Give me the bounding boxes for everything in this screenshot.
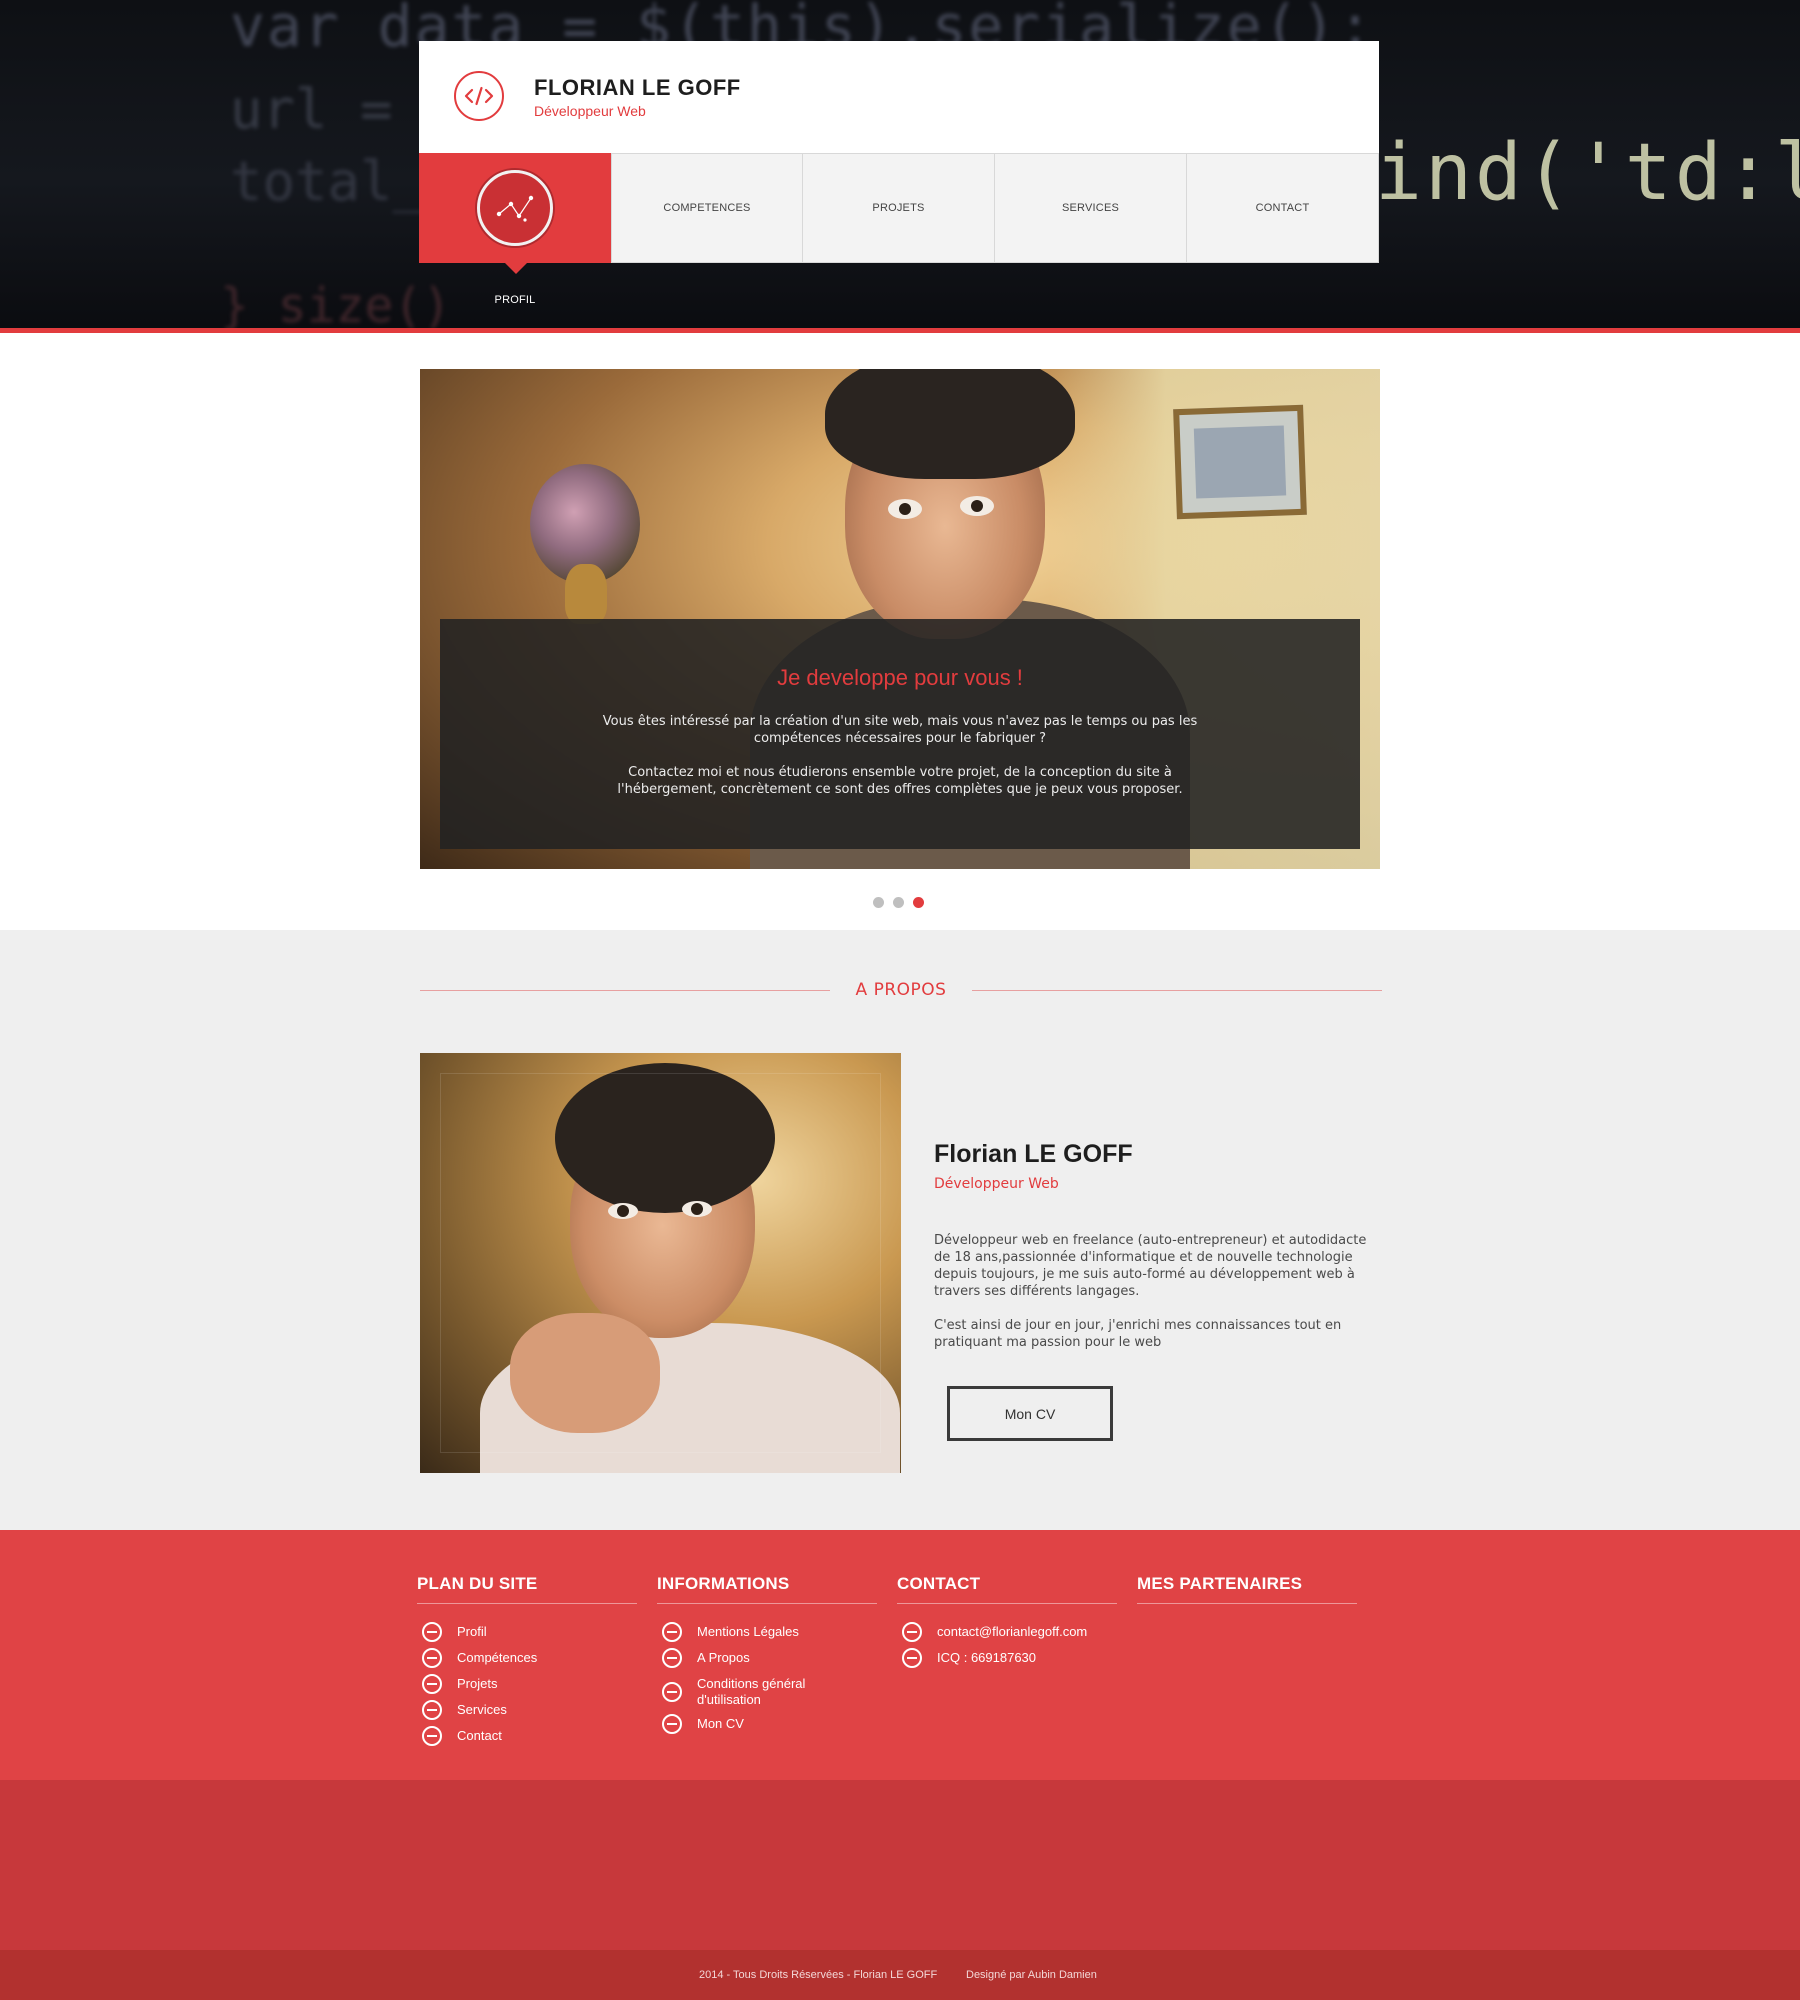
bio-paragraph: C'est ainsi de jour en jour, j'enrichi m…: [934, 1318, 1342, 1350]
nav-active-pointer: [505, 263, 527, 274]
nav-item-profil-label[interactable]: PROFIL: [419, 294, 611, 306]
slide-caption: Je developpe pour vous ! Vous êtes intér…: [440, 619, 1360, 849]
minus-circle-icon: [662, 1622, 682, 1642]
footer-heading: MES PARTENAIRES: [1137, 1574, 1357, 1604]
site-subtitle: Développeur Web: [534, 103, 646, 119]
footer-partners: MES PARTENAIRES: [1137, 1574, 1357, 1604]
footer-heading: INFORMATIONS: [657, 1574, 877, 1604]
footer-link[interactable]: Mentions Légales: [657, 1622, 877, 1642]
footer-link[interactable]: Profil: [417, 1622, 637, 1642]
footer-link[interactable]: A Propos: [657, 1648, 877, 1668]
slide-photo-person-hair: [825, 369, 1075, 479]
slide-paragraph: Vous êtes intéressé par la création d'un…: [602, 714, 1198, 746]
slide-photo-vase: [565, 564, 607, 624]
background-code-line-highlight: ind('td:las: [1375, 128, 1800, 218]
about-title: A PROPOS: [855, 980, 947, 1000]
slider-dot[interactable]: [873, 897, 884, 908]
footer-link[interactable]: Services: [417, 1700, 637, 1720]
minus-circle-icon: [422, 1648, 442, 1668]
nav-item-contact[interactable]: CONTACT: [1187, 153, 1379, 263]
cv-button[interactable]: Mon CV: [947, 1386, 1113, 1441]
slider-dot-active[interactable]: [913, 897, 924, 908]
header-divider: [0, 328, 1800, 333]
background-code-line: }_size(): [220, 278, 452, 328]
footer-informations: INFORMATIONS Mentions Légales A Propos C…: [657, 1574, 877, 1742]
code-icon[interactable]: [454, 71, 504, 121]
slider-pagination: [873, 897, 924, 908]
nav-item-services[interactable]: SERVICES: [995, 153, 1187, 263]
heading-rule: [972, 990, 1382, 991]
copyright-text: 2014 - Tous Droits Réservées - Florian L…: [699, 1969, 938, 1981]
minus-circle-icon: [902, 1622, 922, 1642]
photo-inner-frame: [440, 1073, 881, 1453]
slider-dot[interactable]: [893, 897, 904, 908]
footer-link[interactable]: Mon CV: [657, 1714, 877, 1734]
footer-link[interactable]: Compétences: [417, 1648, 637, 1668]
site-title: FLORIAN LE GOFF: [534, 75, 741, 100]
footer-link[interactable]: Contact: [417, 1726, 637, 1746]
slide-photo-eye: [888, 499, 922, 519]
about-section: A PROPOS Florian LE GOFF Développeur Web…: [0, 930, 1800, 1530]
slide-photo-eye: [960, 496, 994, 516]
minus-circle-icon: [422, 1726, 442, 1746]
minus-circle-icon: [662, 1682, 682, 1702]
main-nav: COMPETENCES PROJETS SERVICES CONTACT: [419, 153, 1379, 274]
minus-circle-icon: [902, 1648, 922, 1668]
brand-box[interactable]: FLORIAN LE GOFF Développeur Web: [419, 41, 1379, 153]
heading-rule: [420, 990, 830, 991]
profile-bio: Développeur web en freelance (auto-entre…: [934, 1232, 1374, 1351]
about-heading: A PROPOS: [420, 980, 1382, 1000]
footer-heading: CONTACT: [897, 1574, 1117, 1604]
footer-sitemap: PLAN DU SITE Profil Compétences Projets …: [417, 1574, 637, 1754]
profile-name: Florian LE GOFF: [934, 1140, 1133, 1168]
nav-item-profil[interactable]: [419, 153, 611, 274]
minus-circle-icon: [662, 1648, 682, 1668]
slide-title: Je developpe pour vous !: [777, 665, 1023, 690]
designer-credit[interactable]: Designé par Aubin Damien: [966, 1969, 1097, 1981]
profile-role: Développeur Web: [934, 1176, 1059, 1192]
minus-circle-icon: [422, 1622, 442, 1642]
nav-item-projets[interactable]: PROJETS: [803, 153, 995, 263]
profile-photo: [420, 1053, 901, 1473]
footer: PLAN DU SITE Profil Compétences Projets …: [0, 1530, 1800, 1780]
nav-item-competences[interactable]: COMPETENCES: [611, 153, 803, 263]
hero-slider: Je developpe pour vous ! Vous êtes intér…: [420, 369, 1380, 869]
slide-paragraph: Contactez moi et nous étudierons ensembl…: [617, 765, 1183, 797]
footer-link[interactable]: ICQ : 669187630: [897, 1648, 1117, 1668]
minus-circle-icon: [662, 1714, 682, 1734]
minus-circle-icon: [422, 1674, 442, 1694]
footer-contact: CONTACT contact@florianlegoff.com ICQ : …: [897, 1574, 1117, 1676]
footer-heading: PLAN DU SITE: [417, 1574, 637, 1604]
footer-link[interactable]: Conditions général d'utilisation: [657, 1676, 877, 1708]
minus-circle-icon: [422, 1700, 442, 1720]
footer-lower-band: [0, 1780, 1800, 1950]
constellation-icon: [477, 170, 553, 246]
bio-paragraph: Développeur web en freelance (auto-entre…: [934, 1233, 1367, 1299]
footer-link[interactable]: Projets: [417, 1674, 637, 1694]
footer-link[interactable]: contact@florianlegoff.com: [897, 1622, 1117, 1642]
copyright-bar: 2014 - Tous Droits Réservées - Florian L…: [0, 1950, 1800, 2000]
slide-photo-frame: [1173, 404, 1307, 520]
